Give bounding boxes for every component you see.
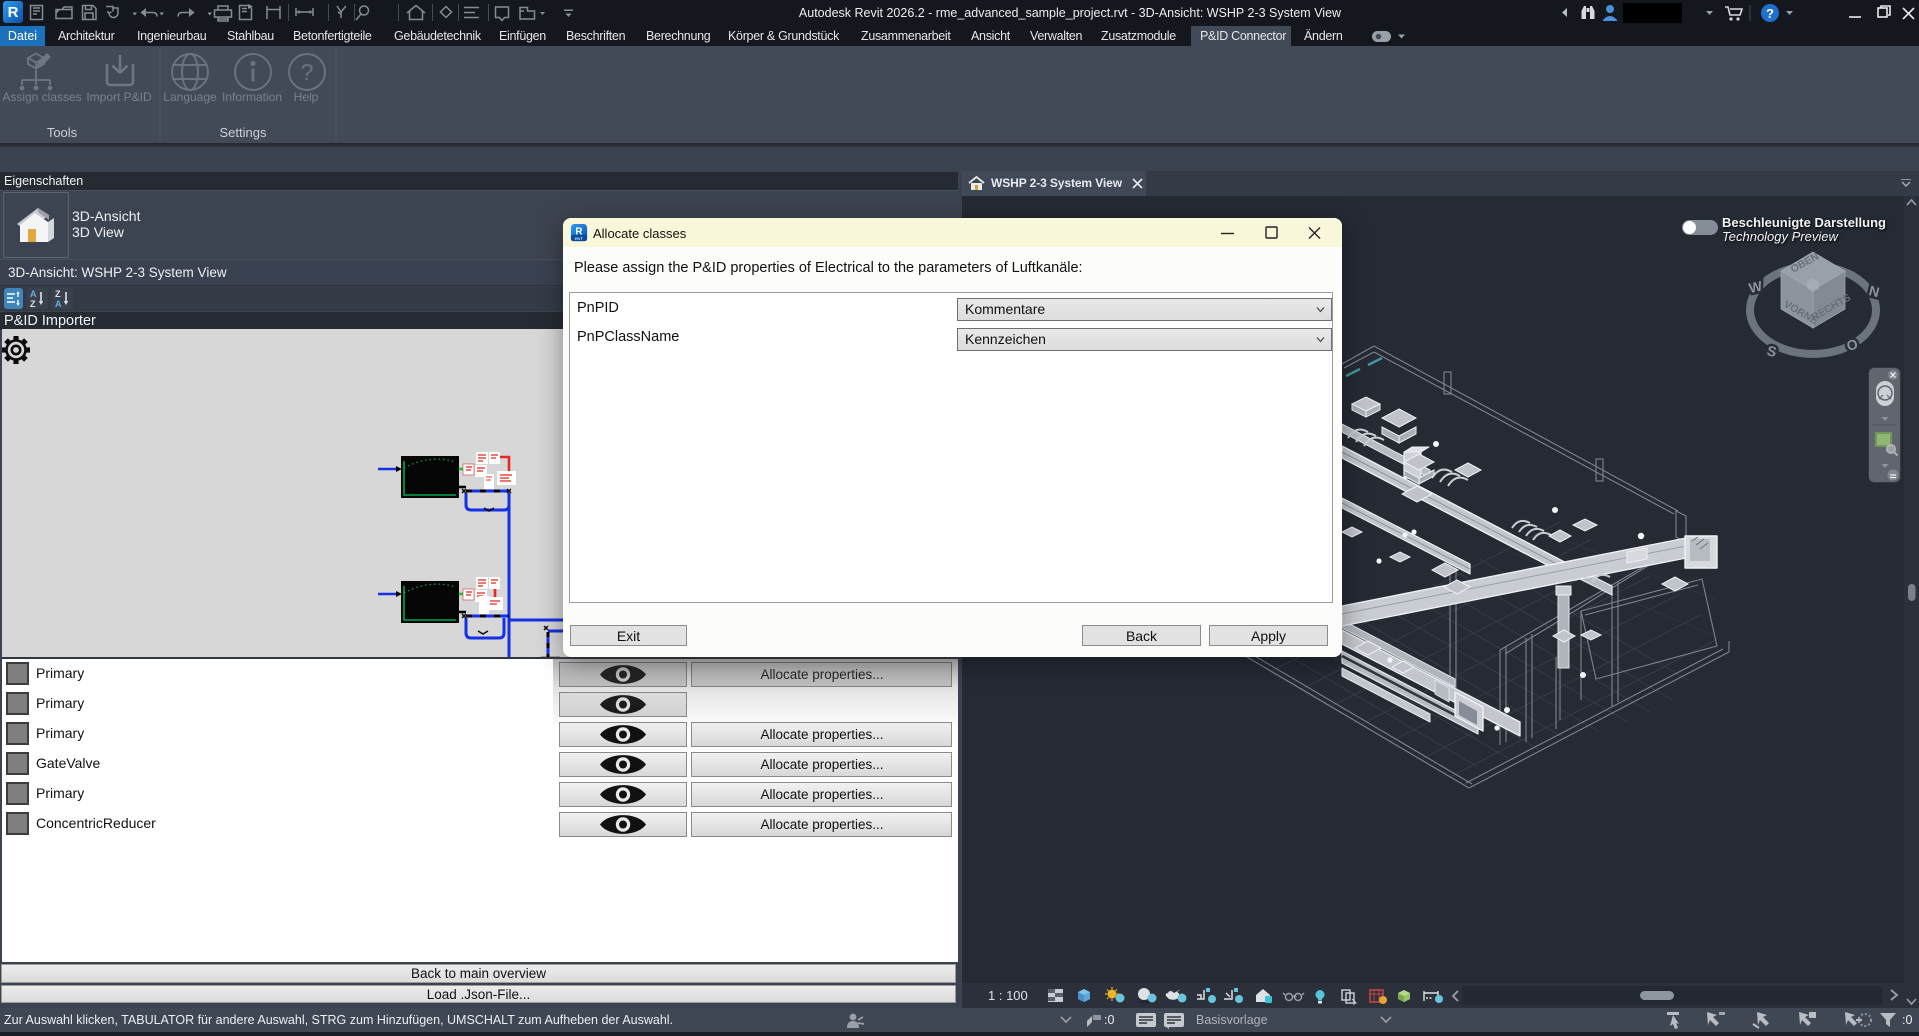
svg-text:Settings: Settings [220, 125, 267, 140]
svg-text:Allocate properties...: Allocate properties... [760, 787, 883, 802]
svg-text:Information: Information [222, 90, 282, 104]
svg-text:RVT: RVT [575, 236, 584, 241]
svg-text:A: A [30, 289, 37, 299]
svg-text:Allocate properties...: Allocate properties... [760, 817, 883, 832]
svg-text:?: ? [301, 59, 314, 85]
svg-text:Assign classes: Assign classes [2, 90, 81, 104]
svg-text:Z: Z [55, 289, 61, 299]
svg-text:A: A [55, 299, 62, 309]
svg-text:Tools: Tools [47, 125, 78, 140]
svg-text:Language: Language [163, 90, 217, 104]
svg-text:Help: Help [294, 90, 319, 104]
svg-text:Z: Z [30, 299, 36, 309]
svg-text:Allocate properties...: Allocate properties... [760, 757, 883, 772]
svg-text:R: R [8, 4, 19, 21]
svg-text:?: ? [1766, 6, 1774, 21]
svg-text:Import P&ID: Import P&ID [86, 90, 152, 104]
